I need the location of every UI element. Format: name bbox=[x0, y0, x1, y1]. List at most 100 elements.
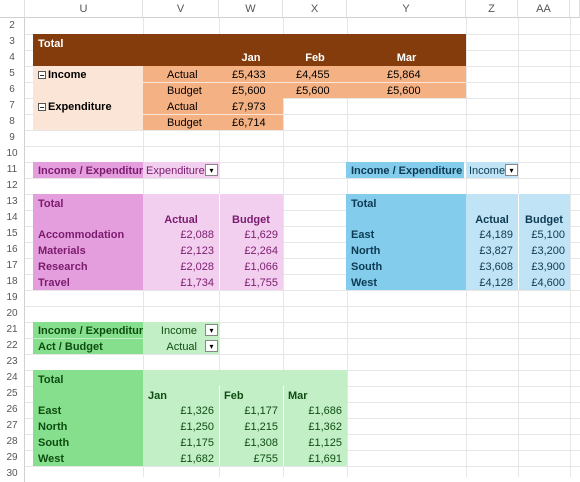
collapse-icon[interactable]: − bbox=[38, 103, 46, 112]
row-header[interactable]: 8 bbox=[0, 114, 25, 130]
row-header[interactable]: 10 bbox=[0, 146, 25, 162]
pivot2-value-cell[interactable]: £1,066 bbox=[219, 259, 281, 275]
row-header[interactable]: 7 bbox=[0, 98, 25, 114]
collapse-icon[interactable]: − bbox=[38, 71, 46, 80]
pivot4-row-label[interactable]: North bbox=[35, 419, 143, 435]
pivot4-value-cell[interactable]: £755 bbox=[219, 451, 281, 467]
column-header-u[interactable]: U bbox=[25, 0, 143, 18]
pivot3-value-cell[interactable]: £3,827 bbox=[466, 243, 516, 259]
row-header[interactable]: 6 bbox=[0, 82, 25, 98]
row-header[interactable]: 14 bbox=[0, 210, 25, 226]
row-header[interactable]: 20 bbox=[0, 306, 25, 322]
row-header[interactable]: 24 bbox=[0, 370, 25, 386]
column-header-w[interactable]: W bbox=[219, 0, 283, 18]
pivot2-row-label[interactable]: Research bbox=[35, 259, 143, 275]
row-header[interactable]: 4 bbox=[0, 50, 25, 66]
column-header-ab[interactable] bbox=[570, 0, 580, 18]
row-header[interactable]: 22 bbox=[0, 338, 25, 354]
pivot1-value-cell[interactable]: £5,600 bbox=[229, 83, 283, 99]
pivot4-value-cell[interactable]: £1,682 bbox=[143, 451, 217, 467]
pivot4-value-cell[interactable]: £1,686 bbox=[283, 403, 345, 419]
row-header[interactable]: 3 bbox=[0, 34, 25, 50]
pivot3-row-label[interactable]: West bbox=[348, 275, 464, 291]
row-header[interactable]: 19 bbox=[0, 290, 25, 306]
row-header[interactable]: 21 bbox=[0, 322, 25, 338]
pivot4-value-cell[interactable]: £1,215 bbox=[219, 419, 281, 435]
pivot1-value-cell[interactable]: £5,864 bbox=[384, 67, 464, 83]
pivot2-row-label[interactable]: Travel bbox=[35, 275, 143, 291]
pivot2-value-cell[interactable]: £2,088 bbox=[143, 227, 217, 243]
pivot2-value-cell[interactable]: £1,755 bbox=[219, 275, 281, 291]
row-header[interactable]: 26 bbox=[0, 402, 25, 418]
pivot3-value-cell[interactable]: £4,189 bbox=[466, 227, 516, 243]
pivot4-filter1-dropdown[interactable]: Income bbox=[143, 323, 200, 339]
column-header-x[interactable]: X bbox=[283, 0, 347, 18]
expenditure-group-row[interactable]: − Expenditure bbox=[35, 99, 141, 115]
pivot3-value-cell[interactable]: £3,608 bbox=[466, 259, 516, 275]
pivot4-value-cell[interactable]: £1,308 bbox=[219, 435, 281, 451]
pivot4-row-label[interactable]: West bbox=[35, 451, 143, 467]
pivot4-filter2-dropdown[interactable]: Actual bbox=[143, 339, 200, 355]
pivot2-value-cell[interactable]: £1,734 bbox=[143, 275, 217, 291]
pivot4-value-cell[interactable]: £1,125 bbox=[283, 435, 345, 451]
pivot4-value-cell[interactable]: £1,177 bbox=[219, 403, 281, 419]
row-header[interactable]: 13 bbox=[0, 194, 25, 210]
row-header[interactable]: 2 bbox=[0, 18, 25, 34]
row-header[interactable]: 27 bbox=[0, 418, 25, 434]
pivot4-value-cell[interactable]: £1,175 bbox=[143, 435, 217, 451]
pivot4-value-cell[interactable]: £1,326 bbox=[143, 403, 217, 419]
pivot1-value-cell[interactable]: £5,433 bbox=[229, 67, 283, 83]
filter-icon[interactable]: ▾ bbox=[205, 340, 218, 352]
filter-icon[interactable]: ▾ bbox=[205, 324, 218, 336]
row-header[interactable]: 15 bbox=[0, 226, 25, 242]
filter-icon[interactable]: ▾ bbox=[205, 164, 218, 176]
pivot3-value-cell[interactable]: £3,200 bbox=[518, 243, 568, 259]
row-header[interactable]: 16 bbox=[0, 242, 25, 258]
column-header-aa[interactable]: AA bbox=[518, 0, 570, 18]
row-header[interactable]: 29 bbox=[0, 450, 25, 466]
pivot3-value-cell[interactable]: £5,100 bbox=[518, 227, 568, 243]
pivot2-value-cell[interactable]: £2,264 bbox=[219, 243, 281, 259]
corner-header[interactable] bbox=[0, 0, 25, 18]
pivot4-row-label[interactable]: South bbox=[35, 435, 143, 451]
pivot2-row-label[interactable]: Materials bbox=[35, 243, 143, 259]
pivot1-value-cell[interactable]: £6,714 bbox=[229, 115, 283, 131]
pivot1-budget-label[interactable]: Budget bbox=[164, 83, 219, 99]
pivot1-value-cell[interactable]: £7,973 bbox=[229, 99, 283, 115]
pivot4-value-cell[interactable]: £1,691 bbox=[283, 451, 345, 467]
row-header[interactable]: 28 bbox=[0, 434, 25, 450]
column-header-v[interactable]: V bbox=[143, 0, 219, 18]
row-header[interactable]: 12 bbox=[0, 178, 25, 194]
row-header[interactable]: 17 bbox=[0, 258, 25, 274]
pivot3-value-cell[interactable]: £4,128 bbox=[466, 275, 516, 291]
pivot1-budget-label[interactable]: Budget bbox=[164, 115, 219, 131]
pivot1-value-cell[interactable]: £5,600 bbox=[384, 83, 464, 99]
pivot3-value-cell[interactable]: £3,900 bbox=[518, 259, 568, 275]
pivot4-row-label[interactable]: East bbox=[35, 403, 143, 419]
pivot2-value-cell[interactable]: £2,123 bbox=[143, 243, 217, 259]
pivot4-value-cell[interactable]: £1,362 bbox=[283, 419, 345, 435]
column-header-y[interactable]: Y bbox=[347, 0, 466, 18]
pivot1-actual-label[interactable]: Actual bbox=[164, 67, 219, 83]
pivot4-value-cell[interactable]: £1,250 bbox=[143, 419, 217, 435]
row-header[interactable]: 18 bbox=[0, 274, 25, 290]
pivot3-value-cell[interactable]: £4,600 bbox=[518, 275, 568, 291]
pivot3-row-label[interactable]: South bbox=[348, 259, 464, 275]
pivot3-row-label[interactable]: East bbox=[348, 227, 464, 243]
row-header[interactable]: 9 bbox=[0, 130, 25, 146]
pivot3-row-label[interactable]: North bbox=[348, 243, 464, 259]
pivot1-value-cell[interactable]: £5,600 bbox=[293, 83, 347, 99]
row-header[interactable]: 30 bbox=[0, 466, 25, 482]
income-group-row[interactable]: − Income bbox=[35, 67, 141, 83]
row-header[interactable]: 5 bbox=[0, 66, 25, 82]
row-header[interactable]: 25 bbox=[0, 386, 25, 402]
pivot2-value-cell[interactable]: £2,028 bbox=[143, 259, 217, 275]
row-header[interactable]: 11 bbox=[0, 162, 25, 178]
pivot2-value-cell[interactable]: £1,629 bbox=[219, 227, 281, 243]
pivot1-actual-label[interactable]: Actual bbox=[164, 99, 219, 115]
column-header-z[interactable]: Z bbox=[466, 0, 518, 18]
row-header[interactable]: 23 bbox=[0, 354, 25, 370]
pivot2-row-label[interactable]: Accommodation bbox=[35, 227, 143, 243]
pivot1-value-cell[interactable]: £4,455 bbox=[293, 67, 347, 83]
filter-icon[interactable]: ▾ bbox=[505, 164, 518, 176]
